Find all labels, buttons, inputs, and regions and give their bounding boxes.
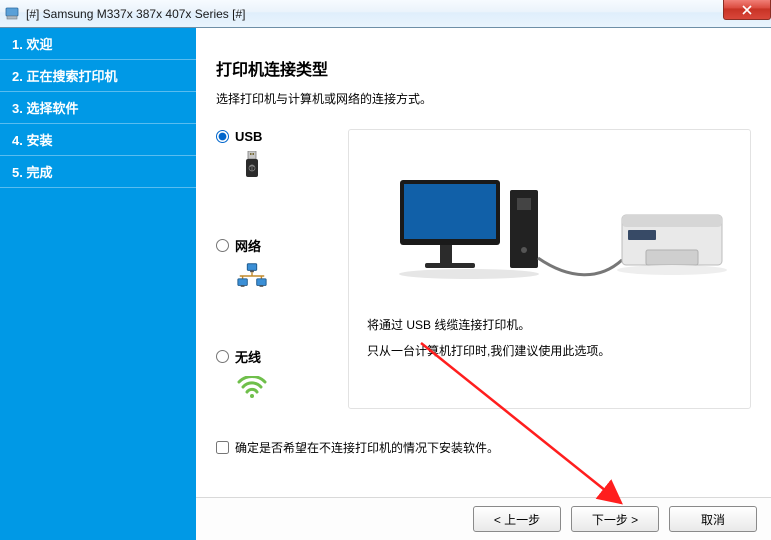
install-without-printer-row: 确定是否希望在不连接打印机的情况下安装软件。 [216, 439, 751, 456]
sidebar-step-install: 4. 安装 [0, 124, 196, 156]
sidebar-step-select-software: 3. 选择软件 [0, 92, 196, 124]
radio-usb[interactable] [216, 130, 229, 143]
next-button[interactable]: 下一步 > [571, 506, 659, 532]
connection-options: USB [216, 129, 336, 402]
app-icon [4, 6, 20, 22]
network-icon [236, 261, 268, 291]
window-title: [#] Samsung M337x 387x 407x Series [#] [26, 7, 245, 21]
sidebar-step-welcome: 1. 欢迎 [0, 28, 196, 60]
option-network[interactable]: 网络 [216, 236, 336, 291]
connection-description-line1: 将通过 USB 线缆连接打印机。 [367, 312, 732, 338]
footer: < 上一步 下一步 > 取消 [196, 497, 771, 540]
connection-description: 将通过 USB 线缆连接打印机。 只从一台计算机打印时,我们建议使用此选项。 [367, 312, 732, 365]
connection-description-line2: 只从一台计算机打印时,我们建议使用此选项。 [367, 338, 732, 364]
sidebar: 1. 欢迎 2. 正在搜索打印机 3. 选择软件 4. 安装 5. 完成 [0, 28, 196, 540]
page-title: 打印机连接类型 [216, 56, 751, 80]
sidebar-step-searching: 2. 正在搜索打印机 [0, 60, 196, 92]
connection-visual-panel: 将通过 USB 线缆连接打印机。 只从一台计算机打印时,我们建议使用此选项。 [348, 129, 751, 409]
connection-illustration [367, 150, 732, 290]
sidebar-step-finish: 5. 完成 [0, 156, 196, 188]
cancel-button[interactable]: 取消 [669, 506, 757, 532]
titlebar: [#] Samsung M337x 387x 407x Series [#] [0, 0, 771, 28]
option-usb[interactable]: USB [216, 129, 336, 180]
page-subtitle: 选择打印机与计算机或网络的连接方式。 [216, 90, 751, 107]
option-wireless-label: 无线 [235, 347, 261, 366]
usb-icon [236, 150, 268, 180]
main-panel: 打印机连接类型 选择打印机与计算机或网络的连接方式。 USB [196, 28, 771, 540]
install-without-printer-label: 确定是否希望在不连接打印机的情况下安装软件。 [235, 439, 499, 456]
radio-wireless[interactable] [216, 350, 229, 363]
option-wireless[interactable]: 无线 [216, 347, 336, 402]
install-without-printer-checkbox[interactable] [216, 441, 229, 454]
option-usb-label: USB [235, 129, 262, 144]
radio-network[interactable] [216, 239, 229, 252]
close-button[interactable] [723, 0, 771, 20]
wifi-icon [236, 372, 268, 402]
option-network-label: 网络 [235, 236, 261, 255]
back-button[interactable]: < 上一步 [473, 506, 561, 532]
window-controls [723, 0, 771, 20]
